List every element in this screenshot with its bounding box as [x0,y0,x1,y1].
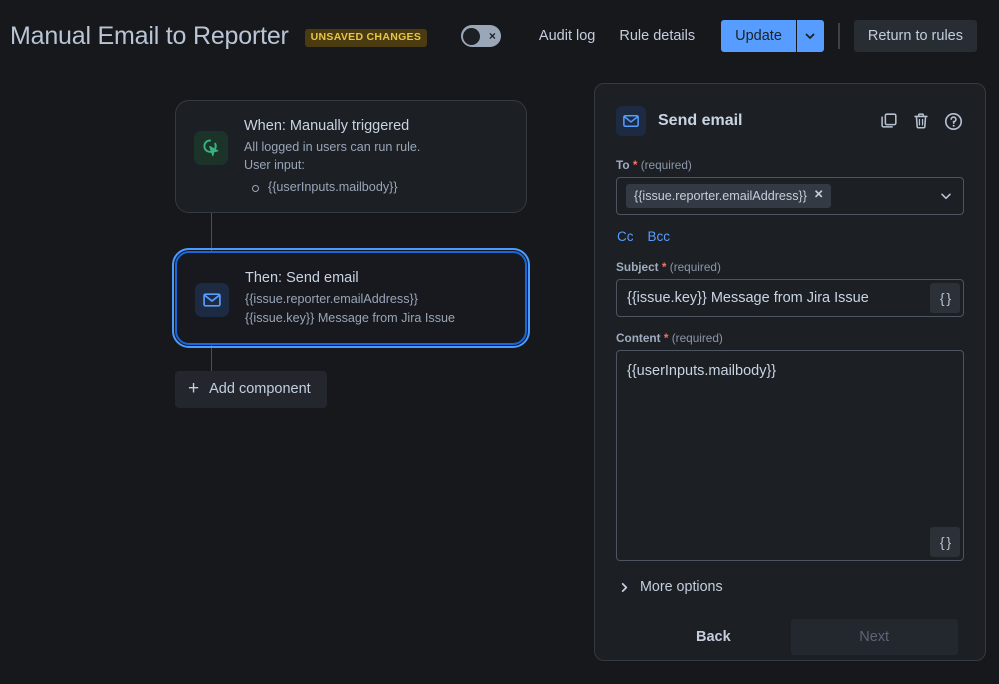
to-select[interactable]: {{issue.reporter.emailAddress}} ✕ [616,177,964,215]
bcc-link[interactable]: Bcc [648,229,671,244]
flow-connector [211,345,212,371]
close-icon[interactable]: ✕ [814,190,824,202]
email-icon [616,106,646,136]
flow-card-trigger-body: When: Manually triggered All logged in u… [244,117,420,196]
subject-input[interactable]: {{issue.key}} Message from Jira Issue [617,290,963,306]
subject-label-text: Subject [616,260,659,274]
subject-field-group: Subject * (required) {{issue.key}} Messa… [616,260,964,317]
audit-log-link[interactable]: Audit log [527,20,607,52]
recipient-chip-label: {{issue.reporter.emailAddress}} [634,189,807,203]
page-title: Manual Email to Reporter [10,22,289,51]
smart-values-button[interactable]: { } [930,283,960,313]
required-asterisk: * [664,331,669,345]
toggle-knob [463,28,480,45]
flow-card-trigger-line1: All logged in users can run rule. [244,138,420,156]
more-options-toggle[interactable]: More options [619,579,964,595]
chevron-down-icon[interactable] [939,189,953,203]
return-to-rules-button[interactable]: Return to rules [854,20,977,52]
smart-values-button[interactable]: { } [930,527,960,557]
chevron-down-icon [804,30,816,42]
list-item: {{userInputs.mailbody}} [244,178,420,197]
flow-card-send-email-title: Then: Send email [245,270,455,286]
rule-flow-chart: When: Manually triggered All logged in u… [175,100,527,408]
trash-icon[interactable] [911,111,931,131]
required-asterisk: * [633,158,638,172]
cc-bcc-row: Cc Bcc [617,229,964,244]
required-asterisk: * [662,260,667,274]
add-component-button[interactable]: + Add component [175,371,327,408]
back-button[interactable]: Back [682,620,745,654]
send-email-config-panel: Send email To * (required) [594,83,986,661]
more-options-label: More options [640,579,723,595]
panel-footer: Back Next [616,619,964,655]
panel-header: Send email [616,106,964,136]
plus-icon: + [188,379,199,398]
to-field-group: To * (required) {{issue.reporter.emailAd… [616,158,964,215]
manual-trigger-cursor-icon [194,131,228,165]
flow-card-trigger[interactable]: When: Manually triggered All logged in u… [175,100,527,213]
next-button: Next [791,619,958,655]
flow-card-trigger-line2: User input: [244,156,420,174]
status-badge: UNSAVED CHANGES [305,29,427,47]
rule-details-link[interactable]: Rule details [607,20,707,52]
flow-card-send-email[interactable]: Then: Send email {{issue.reporter.emailA… [175,251,527,345]
flow-card-trigger-inputs: {{userInputs.mailbody}} [244,178,420,197]
content-textarea-wrap[interactable]: {{userInputs.mailbody}} { } [616,350,964,561]
required-hint: (required) [672,331,723,345]
content-field-group: Content * (required) {{userInputs.mailbo… [616,331,964,561]
recipient-chip[interactable]: {{issue.reporter.emailAddress}} ✕ [626,184,831,208]
close-icon: × [489,30,496,42]
update-button-group: Update [721,20,824,52]
to-field-label: To * (required) [616,158,964,172]
flow-card-trigger-title: When: Manually triggered [244,118,420,134]
required-hint: (required) [670,260,721,274]
chevron-right-icon [619,582,630,593]
flow-connector [211,213,212,251]
duplicate-icon[interactable] [879,111,899,131]
content-textarea[interactable]: {{userInputs.mailbody}} [617,351,963,381]
header-divider [838,23,840,49]
flow-card-send-email-line2: {{issue.key}} Message from Jira Issue [245,309,455,327]
cc-link[interactable]: Cc [617,229,634,244]
flow-card-send-email-line1: {{issue.reporter.emailAddress}} [245,290,455,308]
email-icon [195,283,229,317]
header-actions: × Audit log Rule details Update Return t… [461,20,977,52]
help-circle-icon[interactable] [943,111,964,132]
panel-title: Send email [658,112,742,130]
update-dropdown-button[interactable] [796,20,824,52]
subject-input-wrap[interactable]: {{issue.key}} Message from Jira Issue { … [616,279,964,317]
rule-enabled-toggle[interactable]: × [461,25,501,47]
add-component-label: Add component [209,381,311,397]
flow-card-send-email-body: Then: Send email {{issue.reporter.emailA… [245,269,455,327]
subject-field-label: Subject * (required) [616,260,964,274]
update-button[interactable]: Update [721,20,796,52]
required-hint: (required) [641,158,692,172]
content-field-label: Content * (required) [616,331,964,345]
panel-actions [879,111,964,132]
app-header: Manual Email to Reporter UNSAVED CHANGES… [0,0,999,72]
content-label-text: Content [616,331,661,345]
to-label-text: To [616,158,630,172]
